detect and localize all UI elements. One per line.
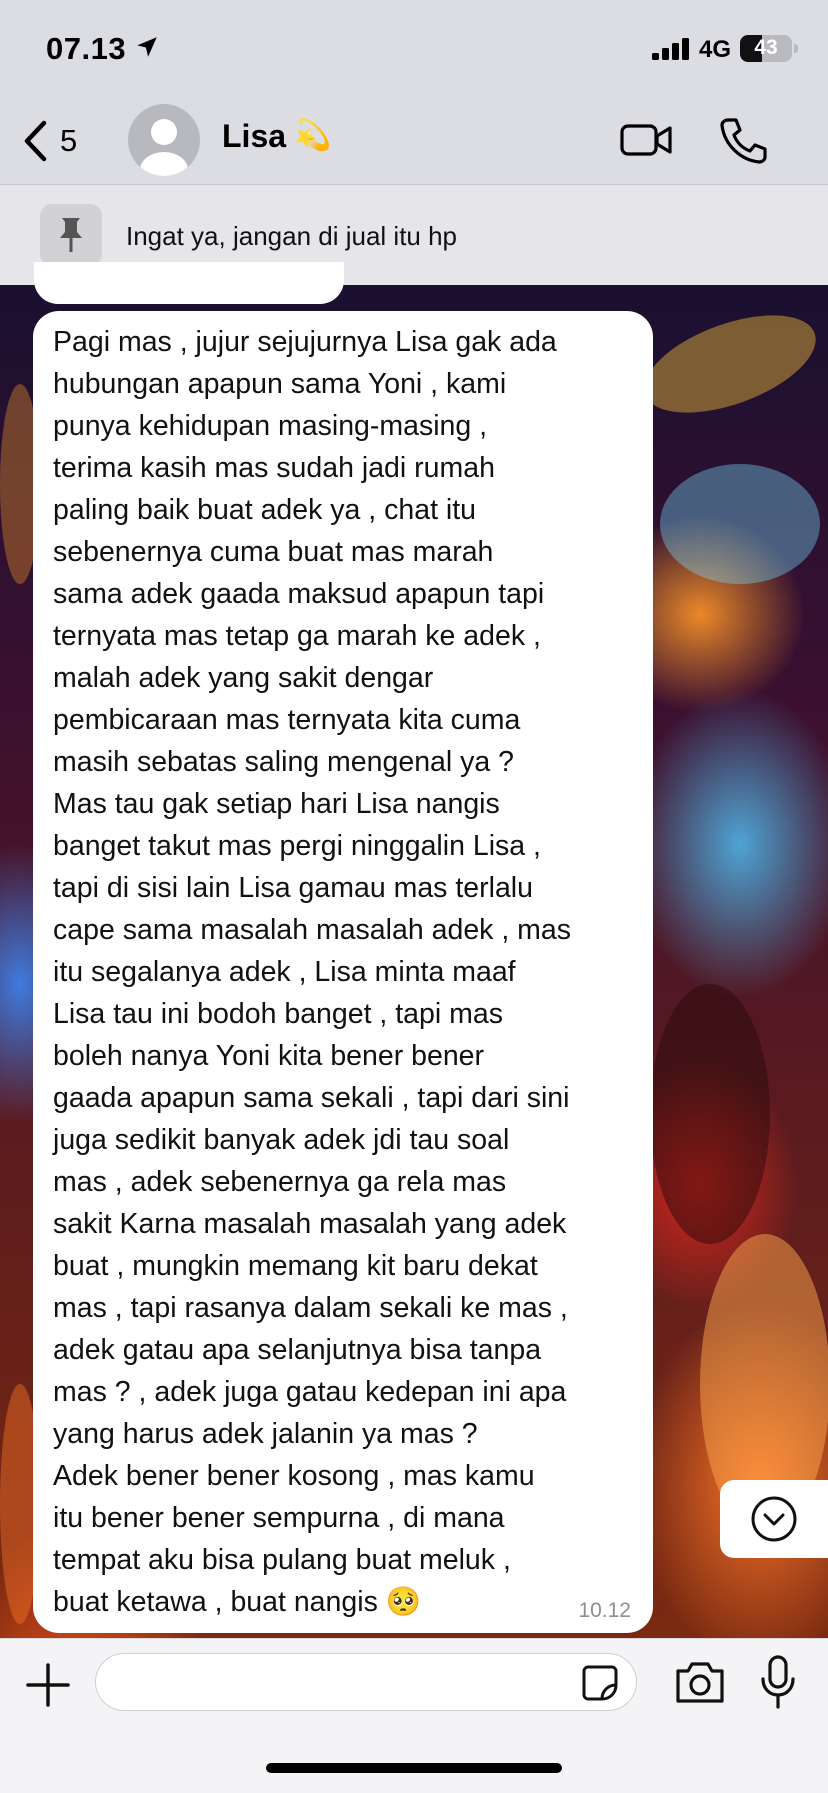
network-type: 4G	[699, 36, 732, 63]
message-input[interactable]	[95, 1653, 637, 1711]
video-call-button[interactable]	[620, 116, 672, 164]
scroll-to-bottom-button[interactable]	[720, 1480, 828, 1558]
message-line: cape sama masalah masalah adek , mas	[53, 914, 572, 946]
cellular-signal-icon	[652, 38, 689, 60]
message-line: Pagi mas , jujur sejujurnya Lisa gak ada	[53, 326, 557, 358]
battery-icon: 43	[740, 35, 792, 62]
message-line: paling baik buat adek ya , chat itu	[53, 494, 477, 526]
pin-icon	[60, 218, 82, 252]
message-line: boleh nanya Yoni kita bener bener	[53, 1040, 485, 1072]
chevron-down-circle-icon	[751, 1496, 797, 1542]
plus-icon[interactable]	[24, 1661, 72, 1709]
message-line: mas , tapi rasanya dalam sekali ke mas ,	[53, 1292, 568, 1324]
voice-call-button[interactable]	[718, 116, 770, 164]
battery-tip	[794, 44, 798, 53]
message-timestamp: 10.12	[578, 1599, 631, 1622]
message-line: Mas tau gak setiap hari Lisa nangis	[53, 788, 500, 820]
message-bubble[interactable]: Pagi mas , jujur sejujurnya Lisa gak ada…	[33, 311, 653, 1633]
message-line: itu segalanya adek , Lisa minta maaf	[53, 956, 516, 988]
message-line: mas ? , adek juga gatau kedepan ini apa	[53, 1376, 567, 1408]
microphone-icon[interactable]	[760, 1655, 796, 1709]
message-line: Lisa tau ini bodoh banget , tapi mas	[53, 998, 503, 1030]
contact-emoji: 💫	[294, 119, 332, 152]
message-line: buat , mungkin memang kit baru dekat	[53, 1250, 538, 1282]
previous-message-bubble[interactable]	[34, 262, 344, 304]
status-time: 07.13	[46, 31, 127, 66]
message-line: sama adek gaada maksud apapun tapi	[53, 578, 545, 610]
message-line: sakit Karna masalah masalah yang adek	[53, 1208, 567, 1240]
sticker-icon[interactable]	[580, 1663, 620, 1703]
message-line: punya kehidupan masing-masing ,	[53, 410, 488, 442]
message-line: terima kasih mas sudah jadi rumah	[53, 452, 495, 484]
message-line: malah adek yang sakit dengar	[53, 662, 434, 694]
message-line: ternyata mas tetap ga marah ke adek ,	[53, 620, 541, 652]
message-line: mas , adek sebenernya ga rela mas	[53, 1166, 507, 1198]
message-text: Pagi mas , jujur sejujurnya Lisa gak ada…	[53, 321, 653, 1623]
message-line: yang harus adek jalanin ya mas ?	[53, 1418, 478, 1450]
message-line: gaada apapun sama sekali , tapi dari sin…	[53, 1082, 570, 1114]
location-arrow-icon	[137, 37, 157, 57]
chevron-left-icon	[24, 120, 47, 162]
avatar[interactable]	[128, 104, 200, 176]
message-line: banget takut mas pergi ninggalin Lisa ,	[53, 830, 541, 862]
message-line: adek gatau apa selanjutnya bisa tanpa	[53, 1334, 542, 1366]
message-line: pembicaraan mas ternyata kita cuma	[53, 704, 521, 736]
pinned-message-text: Ingat ya, jangan di jual itu hp	[126, 221, 458, 251]
status-bar: 07.13 4G 43	[0, 0, 828, 100]
back-button[interactable]: 5	[22, 116, 77, 166]
message-line: tapi di sisi lain Lisa gamau mas terlalu	[53, 872, 533, 904]
person-icon	[140, 119, 188, 176]
message-line: sebenernya cuma buat mas marah	[53, 536, 494, 568]
message-line: tempat aku bisa pulang buat meluk ,	[53, 1544, 511, 1576]
message-line: buat ketawa , buat nangis 🥺	[53, 1586, 422, 1618]
message-line: itu bener bener sempurna , di mana	[53, 1502, 505, 1534]
pin-icon-box	[40, 204, 102, 266]
message-line: Adek bener bener kosong , mas kamu	[53, 1460, 535, 1492]
chat-header: 5 Lisa 💫	[0, 100, 828, 185]
battery-percent: 43	[754, 36, 778, 59]
message-line: masih sebatas saling mengenal ya ?	[53, 746, 515, 778]
contact-name[interactable]: Lisa	[222, 118, 286, 155]
unread-count: 5	[60, 123, 78, 158]
home-indicator	[266, 1763, 562, 1773]
message-line: hubungan apapun sama Yoni , kami	[53, 368, 507, 400]
camera-icon[interactable]	[674, 1659, 726, 1705]
message-line: juga sedikit banyak adek jdi tau soal	[53, 1124, 510, 1156]
